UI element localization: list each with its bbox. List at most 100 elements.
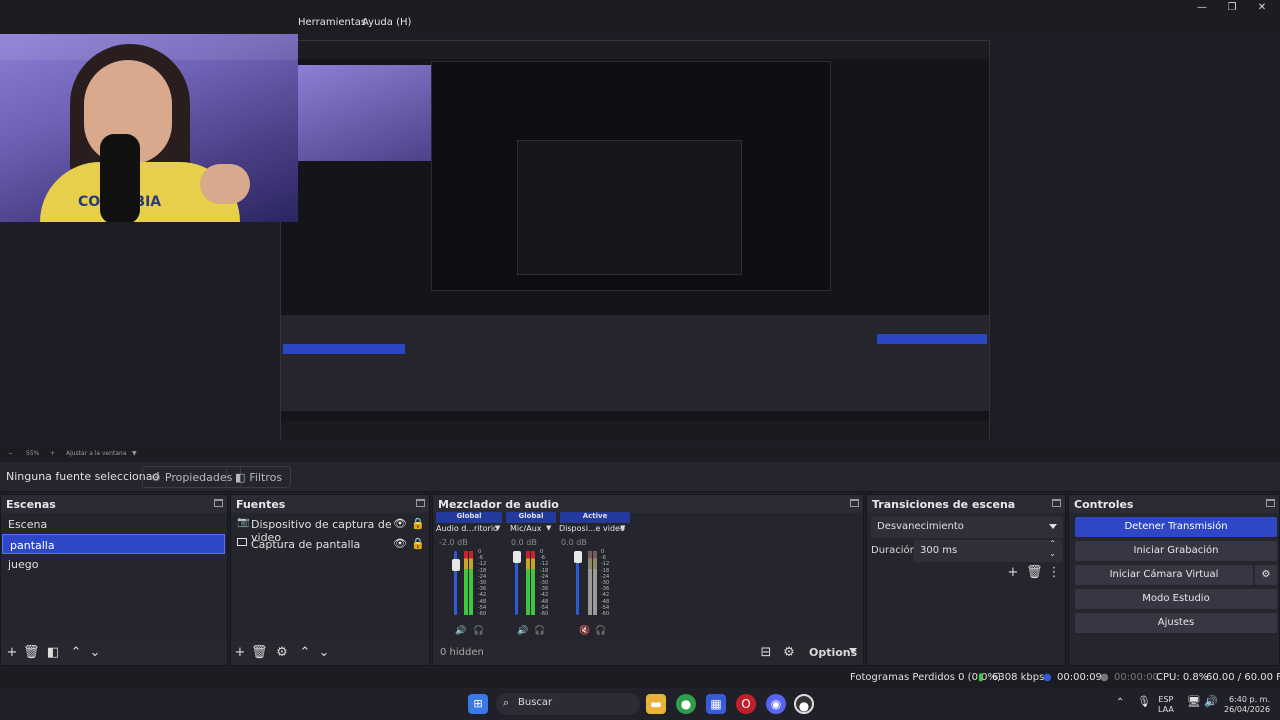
source-item[interactable]: Captura de pantalla 👁 🔒	[231, 534, 429, 554]
discord-icon[interactable]: ◉	[766, 694, 786, 714]
stepper-up-icon[interactable]: ⌃	[1049, 539, 1056, 548]
studio-mode-button[interactable]: Modo Estudio	[1075, 589, 1277, 609]
scenes-title: Escenas	[6, 498, 56, 511]
chevron-down-icon[interactable]	[849, 648, 857, 653]
zoom-dropdown-icon[interactable]: ▼	[132, 450, 137, 457]
virtual-camera-settings-button[interactable]: ⚙	[1255, 565, 1277, 585]
bitrate: 6308 kbps	[992, 672, 1045, 683]
volume-knob[interactable]	[452, 559, 460, 571]
undock-icon[interactable]	[850, 499, 859, 507]
move-down-icon[interactable]: ⌄	[316, 645, 332, 661]
move-down-icon[interactable]: ⌄	[87, 645, 103, 661]
store-icon[interactable]: ▦	[706, 694, 726, 714]
chrome-icon[interactable]: ●	[676, 694, 696, 714]
settings-button[interactable]: Ajustes	[1075, 613, 1277, 633]
zoom-in-icon[interactable]: +	[50, 450, 55, 457]
microphone-icon[interactable]: 🎙	[1137, 696, 1151, 707]
taskbar-search[interactable]: ⌕ Buscar	[496, 693, 640, 715]
stop-stream-button[interactable]: Detener Transmisión	[1075, 517, 1277, 537]
add-icon[interactable]: +	[4, 645, 20, 661]
scene-item-selected[interactable]: pantalla	[2, 534, 225, 554]
record-icon: ●	[1100, 672, 1109, 683]
zoom-out-icon[interactable]: −	[8, 450, 13, 457]
filters-button[interactable]: ◧ Filtros	[226, 466, 292, 488]
menu-tools[interactable]: Herramientas	[298, 17, 366, 28]
filter-icon[interactable]: ◧	[45, 645, 61, 661]
transition-select[interactable]: Desvanecimiento	[871, 516, 1063, 538]
no-source-label: Ninguna fuente seleccionad	[6, 470, 160, 483]
scene-item[interactable]: Escena	[1, 514, 227, 534]
undock-icon[interactable]	[1266, 499, 1275, 507]
stepper-down-icon[interactable]: ⌄	[1049, 549, 1056, 558]
more-icon[interactable]: ⋮	[1046, 565, 1062, 581]
trash-icon[interactable]: 🗑	[1026, 565, 1043, 581]
trash-icon[interactable]: 🗑	[23, 645, 40, 661]
network-icon[interactable]: 🖥	[1187, 696, 1201, 707]
muted-speaker-icon[interactable]: 🔇	[579, 626, 590, 636]
scenes-dock: Escenas Escena pantalla juego + 🗑 ◧ ⌃ ⌄	[0, 494, 228, 666]
mixer-title: Mezclador de audio	[438, 498, 559, 511]
undock-icon[interactable]	[416, 499, 425, 507]
cpu-usage: CPU: 0.8%	[1156, 672, 1209, 683]
gear-icon: ⚙	[1261, 569, 1271, 580]
sources-dock: Fuentes 📷 Dispositivo de captura de vide…	[230, 494, 430, 666]
lock-icon[interactable]: 🔒	[411, 537, 425, 550]
headphones-icon[interactable]: 🎧	[595, 626, 606, 636]
speaker-icon[interactable]: 🔊	[517, 626, 528, 636]
file-explorer-icon[interactable]: ▬	[646, 694, 666, 714]
source-label: Captura de pantalla	[251, 538, 361, 551]
volume-knob[interactable]	[574, 551, 582, 563]
minimize-icon[interactable]: —	[1192, 2, 1212, 16]
signal-icon: ▮	[978, 672, 984, 683]
undock-icon[interactable]	[214, 499, 223, 507]
source-item[interactable]: 📷 Dispositivo de captura de video 👁 🔒	[231, 514, 429, 544]
volume-knob[interactable]	[513, 551, 521, 563]
eye-icon[interactable]: 👁	[393, 517, 407, 530]
language-indicator[interactable]: ESP LAA	[1158, 695, 1174, 715]
add-icon[interactable]: +	[232, 645, 248, 661]
advanced-audio-icon[interactable]: ⚙	[781, 645, 797, 661]
start-recording-button[interactable]: Iniciar Grabación	[1075, 541, 1277, 561]
volume-icon[interactable]: 🔊	[1204, 696, 1218, 707]
move-up-icon[interactable]: ⌃	[68, 645, 84, 661]
menu-help[interactable]: Ayuda (H)	[362, 17, 411, 28]
maximize-icon[interactable]: ❐	[1222, 2, 1242, 16]
transition-value: Desvanecimiento	[877, 521, 964, 532]
undock-icon[interactable]	[1052, 499, 1061, 507]
move-up-icon[interactable]: ⌃	[297, 645, 313, 661]
gear-icon[interactable]: ⚙	[274, 645, 290, 661]
eye-icon[interactable]: 👁	[393, 537, 407, 550]
scene-item[interactable]: juego	[1, 554, 227, 574]
tray-expand-icon[interactable]: ⌃	[1116, 698, 1124, 708]
virtual-camera-button[interactable]: Iniciar Cámara Virtual	[1075, 565, 1253, 585]
level-meter	[531, 551, 535, 615]
add-icon[interactable]: +	[1005, 565, 1021, 581]
close-icon[interactable]: ✕	[1252, 2, 1272, 16]
headphones-icon[interactable]: 🎧	[473, 626, 484, 636]
hidden-count: 0 hidden	[440, 647, 484, 658]
chevron-down-icon[interactable]: ▼	[620, 524, 625, 532]
audio-mixer-dock: Mezclador de audio Global Audio d...rito…	[432, 494, 864, 666]
headphones-icon[interactable]: 🎧	[534, 626, 545, 636]
speaker-icon[interactable]: 🔊	[455, 626, 466, 636]
channel-db: 0.0 dB	[561, 538, 587, 547]
duration-input[interactable]: 300 ms ⌃ ⌄	[914, 539, 1062, 562]
channel-name: Mic/Aux	[510, 524, 542, 533]
status-bar: Fotogramas Perdidos 0 (0.0%) ▮ 6308 kbps…	[0, 668, 1280, 688]
clock[interactable]: 6:40 p. m. 26/04/2026	[1224, 695, 1270, 715]
chevron-down-icon[interactable]: ▼	[495, 524, 500, 532]
lock-icon[interactable]: 🔒	[411, 517, 425, 530]
fps: 60.00 / 60.00 FPS	[1206, 672, 1280, 683]
obs-icon[interactable]: ●	[794, 694, 814, 714]
gear-icon: ⚙	[151, 470, 161, 484]
zoom-fit[interactable]: Ajustar a la ventana	[66, 450, 127, 457]
windows-start-icon[interactable]: ⊞	[468, 694, 488, 714]
opera-icon[interactable]: O	[736, 694, 756, 714]
trash-icon[interactable]: 🗑	[251, 645, 268, 661]
menu-bar: Herramientas Ayuda (H) — ❐ ✕	[0, 0, 1280, 34]
lang-top: ESP	[1158, 695, 1174, 704]
layout-icon[interactable]: ⊟	[758, 645, 774, 661]
chevron-down-icon[interactable]: ▼	[546, 524, 551, 532]
preview-canvas[interactable]: COLOMBIA	[0, 34, 1280, 446]
monitor-icon	[237, 538, 247, 546]
